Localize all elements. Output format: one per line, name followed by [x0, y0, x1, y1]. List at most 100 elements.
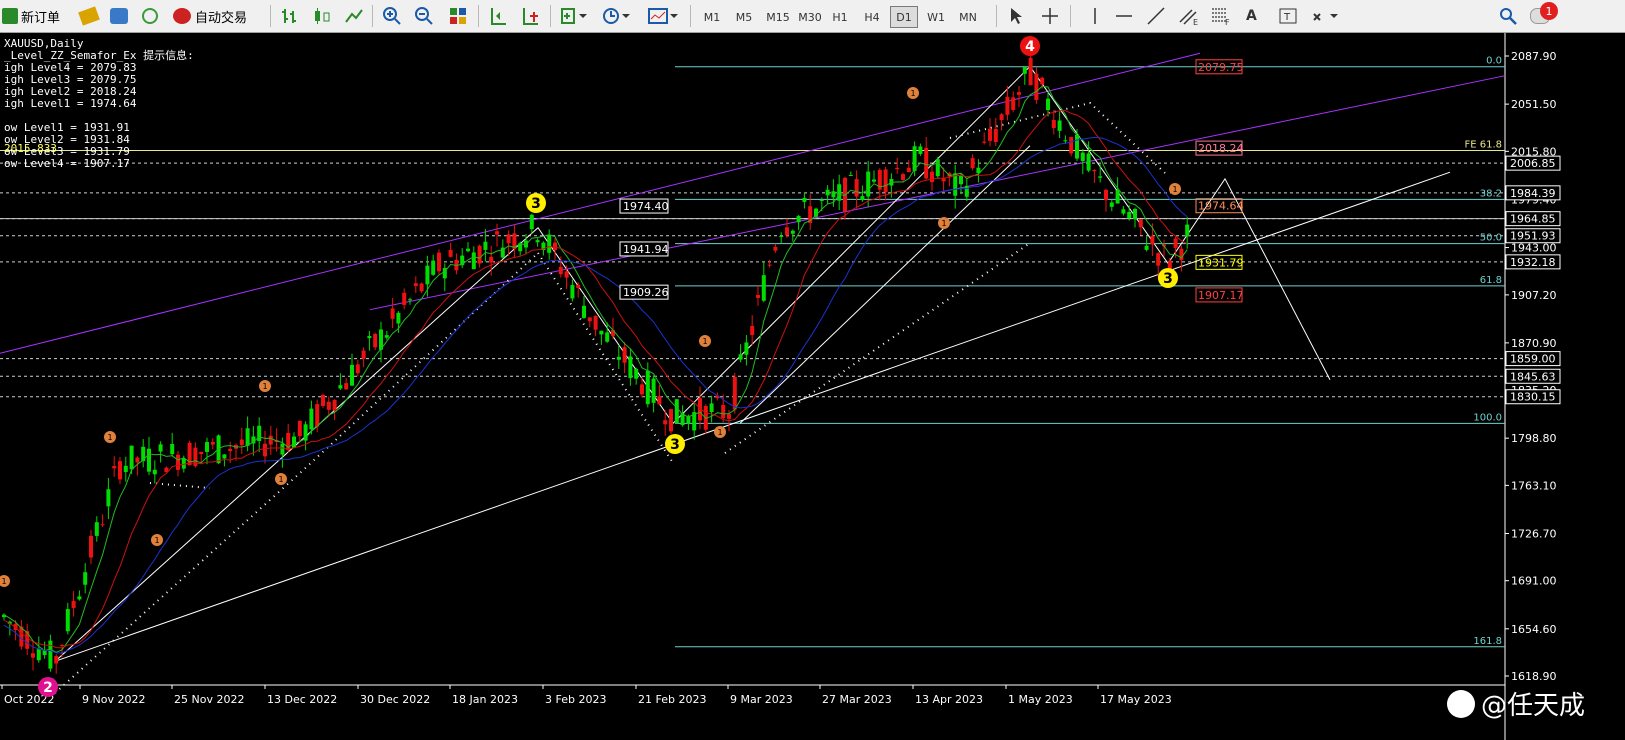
candle-bull: [1063, 140, 1068, 142]
chart-shift-icon[interactable]: [520, 3, 540, 29]
semafor-small-label: 1: [717, 428, 722, 437]
equidistant-channel-icon[interactable]: E: [1178, 3, 1200, 29]
candlestick-icon[interactable]: [312, 3, 332, 29]
candle-bull: [1098, 176, 1103, 178]
timeframe-mn[interactable]: MN: [954, 6, 982, 28]
candle-bull: [825, 189, 830, 196]
candle-bear: [576, 284, 581, 288]
timeframe-m30[interactable]: M30: [794, 6, 826, 28]
candle-bull: [645, 370, 650, 405]
candle-bear: [1104, 189, 1108, 201]
date-axis-label: 30 Dec 2022: [360, 693, 430, 706]
line-chart-icon[interactable]: [344, 3, 364, 29]
price-box-label: 2006.85: [1510, 157, 1556, 170]
fibonacci-icon[interactable]: F: [1210, 3, 1232, 29]
market-watch-icon[interactable]: [78, 3, 100, 29]
data-window-icon[interactable]: [110, 3, 128, 29]
indicators-icon[interactable]: [560, 3, 588, 29]
candle-bear: [199, 451, 204, 455]
candle-bull: [796, 215, 801, 223]
candle-bear: [982, 141, 987, 143]
toolbar-separator: [270, 5, 271, 27]
fib-level-label: 61.8: [1480, 275, 1502, 286]
candle-bear: [135, 457, 140, 463]
tile-windows-icon[interactable]: [448, 3, 468, 29]
semafor-marker-label: 4: [1025, 39, 1035, 55]
new-order-label: 新订单: [21, 10, 61, 26]
timeframe-h1[interactable]: H1: [826, 6, 854, 28]
candle-bull: [1144, 245, 1149, 250]
candle-bear: [930, 171, 934, 183]
search-icon[interactable]: [1498, 3, 1518, 29]
candle-bear: [1011, 97, 1016, 111]
candle-bull: [535, 240, 540, 243]
price-chart[interactable]: 2087.902051.502015.801979.401943.001907.…: [0, 33, 1625, 740]
cursor-icon[interactable]: [1006, 3, 1026, 29]
candle-bear: [176, 454, 180, 470]
candle-bear: [993, 128, 998, 143]
bar-chart-icon[interactable]: [280, 3, 300, 29]
candle-bull: [65, 609, 70, 632]
price-axis-label: 1726.70: [1511, 527, 1557, 540]
semafor-marker-label: 3: [531, 196, 541, 212]
text-label-icon[interactable]: T: [1278, 3, 1298, 29]
candle-bear: [1005, 96, 1010, 115]
timeframe-m5[interactable]: M5: [730, 6, 758, 28]
candle-bull: [860, 196, 865, 201]
navigator-icon[interactable]: [142, 3, 158, 29]
zoom-in-icon[interactable]: [382, 3, 402, 29]
candle-bull: [158, 444, 163, 452]
trendline-icon[interactable]: [1146, 3, 1166, 29]
candle-bear: [54, 656, 59, 664]
price-box-label: 1951.93: [1510, 230, 1556, 243]
periods-icon[interactable]: [602, 3, 630, 29]
candle-bull: [628, 356, 633, 378]
candle-bull: [634, 368, 639, 379]
text-icon[interactable]: A: [1246, 3, 1257, 29]
timeframe-m1[interactable]: M1: [698, 6, 726, 28]
candle-bear: [1069, 137, 1074, 154]
candle-bear: [118, 461, 122, 480]
notifications-button[interactable]: 1: [1530, 2, 1558, 29]
candle-bull: [529, 214, 534, 230]
price-axis-label: 1870.90: [1511, 337, 1557, 350]
candle-bull: [547, 235, 552, 253]
crosshair-icon[interactable]: [1040, 3, 1060, 29]
arrows-icon[interactable]: [1310, 3, 1340, 29]
candle-bear: [970, 158, 975, 169]
semafor-marker-label: 3: [1163, 271, 1173, 287]
timeframe-m15[interactable]: M15: [762, 6, 794, 28]
auto-trading-button[interactable]: 自动交易: [173, 3, 247, 29]
candle-bull: [123, 465, 128, 472]
indicator-level-line: igh Level1 = 1974.64: [4, 97, 137, 110]
price-box-label: 1984.39: [1510, 187, 1556, 200]
zigzag-line: [54, 65, 1331, 662]
candle-bull: [959, 175, 963, 185]
autoscroll-icon[interactable]: [488, 3, 508, 29]
price-axis-label: 1943.00: [1511, 242, 1557, 255]
zoom-out-icon[interactable]: [414, 3, 434, 29]
timeframe-h4[interactable]: H4: [858, 6, 886, 28]
candle-bear: [756, 294, 760, 299]
timeframe-w1[interactable]: W1: [922, 6, 950, 28]
svg-text:T: T: [1283, 12, 1291, 23]
candle-bull: [350, 364, 354, 386]
candle-bear: [437, 252, 441, 272]
timeframe-d1[interactable]: D1: [890, 6, 918, 28]
date-axis-label: 21 Feb 2023: [638, 693, 706, 706]
price-axis-label: 1654.60: [1511, 623, 1557, 636]
horizontal-line-icon[interactable]: [1114, 3, 1134, 29]
templates-icon[interactable]: [648, 3, 678, 29]
candle-bear: [657, 396, 662, 405]
candle-bull: [1086, 153, 1091, 171]
candle-bull: [872, 179, 876, 182]
vertical-line-icon[interactable]: [1085, 3, 1105, 29]
candle-bear: [31, 653, 35, 658]
new-order-button[interactable]: 新订单: [2, 3, 60, 29]
candle-bull: [77, 596, 82, 600]
toolbar-separator: [372, 5, 373, 27]
candle-bull: [152, 469, 157, 475]
candle-bear: [321, 394, 325, 407]
candle-bear: [1040, 77, 1045, 85]
candle-bear: [663, 420, 668, 425]
